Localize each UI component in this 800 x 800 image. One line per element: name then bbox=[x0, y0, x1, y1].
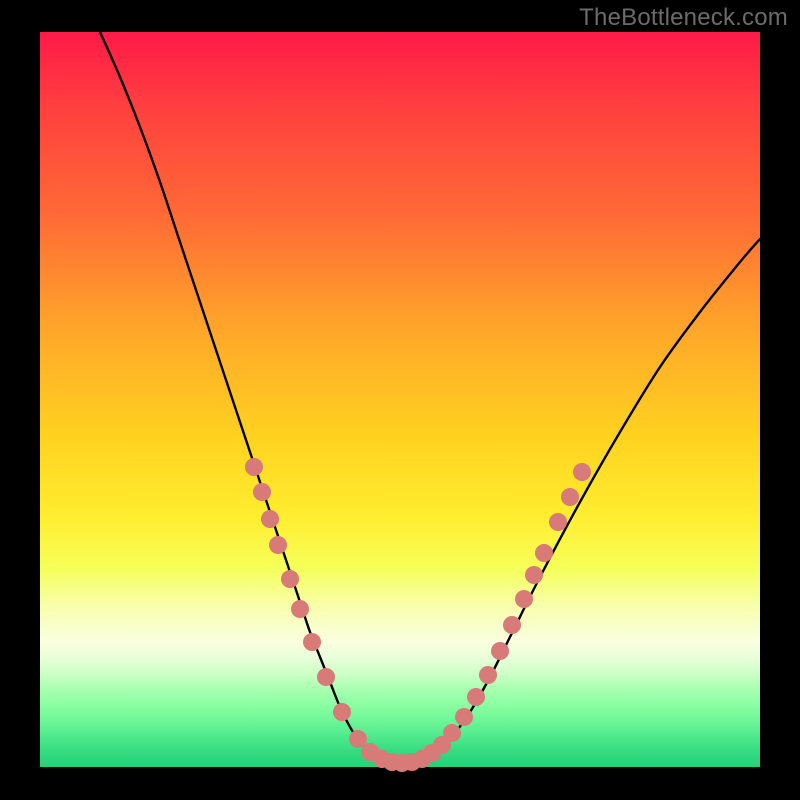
curve-marker bbox=[443, 724, 461, 742]
curve-marker bbox=[253, 483, 271, 501]
bottleneck-curve bbox=[100, 32, 760, 763]
curve-svg bbox=[40, 32, 760, 767]
curve-marker bbox=[261, 510, 279, 528]
attribution-text: TheBottleneck.com bbox=[579, 4, 788, 32]
plot-area bbox=[40, 32, 760, 767]
marker-group bbox=[245, 458, 591, 772]
curve-marker bbox=[503, 616, 521, 634]
curve-marker bbox=[245, 458, 263, 476]
curve-marker bbox=[467, 688, 485, 706]
curve-marker bbox=[535, 544, 553, 562]
curve-marker bbox=[561, 488, 579, 506]
curve-marker bbox=[281, 570, 299, 588]
curve-marker bbox=[291, 600, 309, 618]
chart-frame: TheBottleneck.com bbox=[0, 0, 800, 800]
curve-marker bbox=[573, 463, 591, 481]
curve-marker bbox=[549, 513, 567, 531]
curve-marker bbox=[515, 590, 533, 608]
curve-marker bbox=[479, 666, 497, 684]
curve-marker bbox=[303, 633, 321, 651]
curve-marker bbox=[525, 566, 543, 584]
curve-marker bbox=[333, 703, 351, 721]
curve-marker bbox=[269, 536, 287, 554]
curve-marker bbox=[455, 708, 473, 726]
curve-marker bbox=[317, 668, 335, 686]
curve-marker bbox=[491, 642, 509, 660]
